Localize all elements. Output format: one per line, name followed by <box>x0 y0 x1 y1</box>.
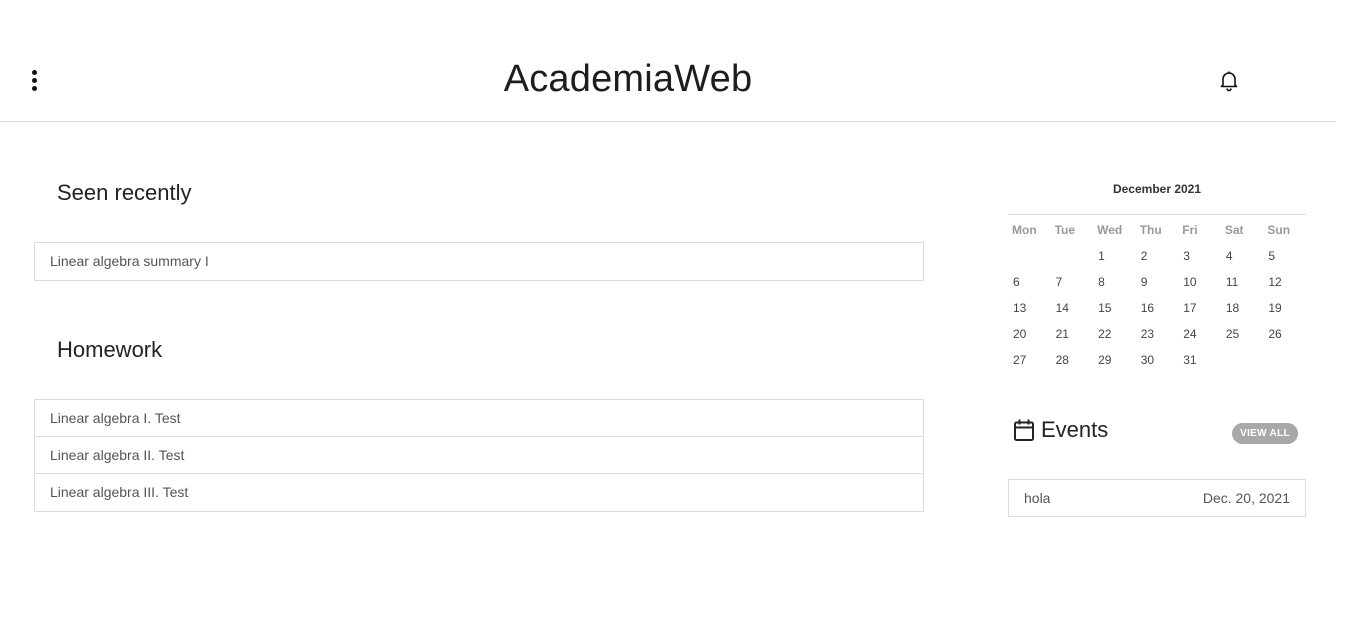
calendar-grid: Mon Tue Wed Thu Fri Sat Sun 1 2 3 4 5 6 <box>1008 215 1306 373</box>
homework-title: Homework <box>57 337 163 362</box>
homework-item[interactable]: Linear algebra III. Test <box>35 474 923 511</box>
calendar-day[interactable]: 11 <box>1221 269 1264 295</box>
event-item[interactable]: hola Dec. 20, 2021 <box>1008 479 1306 517</box>
app-header: AcademiaWeb <box>0 0 1336 122</box>
calendar-day <box>1051 243 1094 269</box>
view-all-button[interactable]: VIEW ALL <box>1232 423 1298 444</box>
calendar-day[interactable]: 8 <box>1093 269 1136 295</box>
calendar-day[interactable]: 7 <box>1051 269 1094 295</box>
calendar-day[interactable]: 26 <box>1263 321 1306 347</box>
weekday-label: Fri <box>1182 223 1198 237</box>
calendar-week-row: 27 28 29 30 31 <box>1008 347 1306 373</box>
calendar-day[interactable]: 15 <box>1093 295 1136 321</box>
homework-item[interactable]: Linear algebra I. Test <box>35 400 923 437</box>
calendar-day[interactable]: 22 <box>1093 321 1136 347</box>
calendar-day[interactable]: 12 <box>1263 269 1306 295</box>
calendar-day[interactable]: 27 <box>1008 347 1051 373</box>
calendar-day[interactable]: 3 <box>1178 243 1221 269</box>
calendar-day[interactable]: 24 <box>1178 321 1221 347</box>
calendar-day <box>1263 347 1306 373</box>
calendar-day[interactable]: 23 <box>1136 321 1179 347</box>
calendar-day[interactable]: 2 <box>1136 243 1179 269</box>
calendar-day[interactable]: 6 <box>1008 269 1051 295</box>
calendar-day[interactable]: 9 <box>1136 269 1179 295</box>
calendar-day[interactable]: 4 <box>1221 243 1264 269</box>
calendar-day[interactable]: 31 <box>1178 347 1221 373</box>
calendar-day[interactable]: 20 <box>1008 321 1051 347</box>
calendar-day <box>1008 243 1051 269</box>
seen-recently-list: Linear algebra summary I <box>34 242 924 281</box>
weekday-label: Wed <box>1097 223 1123 237</box>
weekday-label: Sun <box>1267 223 1291 237</box>
homework-item[interactable]: Linear algebra II. Test <box>35 437 923 474</box>
calendar-day[interactable]: 21 <box>1051 321 1094 347</box>
calendar-day[interactable]: 1 <box>1093 243 1136 269</box>
calendar-day[interactable]: 17 <box>1178 295 1221 321</box>
weekday-label: Tue <box>1054 223 1076 237</box>
calendar-month-label: December 2021 <box>1008 180 1306 215</box>
calendar-widget: December 2021 Mon Tue Wed Thu Fri Sat Su… <box>1008 180 1306 373</box>
events-header: Events VIEW ALL <box>1013 416 1298 446</box>
calendar-icon <box>1013 418 1035 442</box>
calendar-day[interactable]: 29 <box>1093 347 1136 373</box>
calendar-weekday-row: Mon Tue Wed Thu Fri Sat Sun <box>1008 215 1306 243</box>
calendar-day[interactable]: 19 <box>1263 295 1306 321</box>
calendar-day[interactable]: 5 <box>1263 243 1306 269</box>
bell-icon[interactable] <box>1217 68 1241 92</box>
calendar-week-row: 13 14 15 16 17 18 19 <box>1008 295 1306 321</box>
calendar-day[interactable]: 25 <box>1221 321 1264 347</box>
seen-recently-item[interactable]: Linear algebra summary I <box>35 243 923 280</box>
calendar-week-row: 6 7 8 9 10 11 12 <box>1008 269 1306 295</box>
events-title: Events <box>1041 417 1109 442</box>
calendar-week-row: 1 2 3 4 5 <box>1008 243 1306 269</box>
calendar-day <box>1221 347 1264 373</box>
calendar-day[interactable]: 13 <box>1008 295 1051 321</box>
event-name: hola <box>1024 490 1051 506</box>
event-date: Dec. 20, 2021 <box>1202 490 1290 506</box>
app-title: AcademiaWeb <box>503 58 753 100</box>
weekday-label: Sat <box>1224 223 1244 237</box>
homework-list: Linear algebra I. Test Linear algebra II… <box>34 399 924 512</box>
calendar-day[interactable]: 16 <box>1136 295 1179 321</box>
calendar-day[interactable]: 28 <box>1051 347 1094 373</box>
calendar-day[interactable]: 30 <box>1136 347 1179 373</box>
calendar-day[interactable]: 18 <box>1221 295 1264 321</box>
calendar-day[interactable]: 10 <box>1178 269 1221 295</box>
weekday-label: Thu <box>1139 223 1162 237</box>
calendar-week-row: 20 21 22 23 24 25 26 <box>1008 321 1306 347</box>
weekday-label: Mon <box>1012 223 1037 237</box>
seen-recently-title: Seen recently <box>57 180 192 205</box>
calendar-day[interactable]: 14 <box>1051 295 1094 321</box>
